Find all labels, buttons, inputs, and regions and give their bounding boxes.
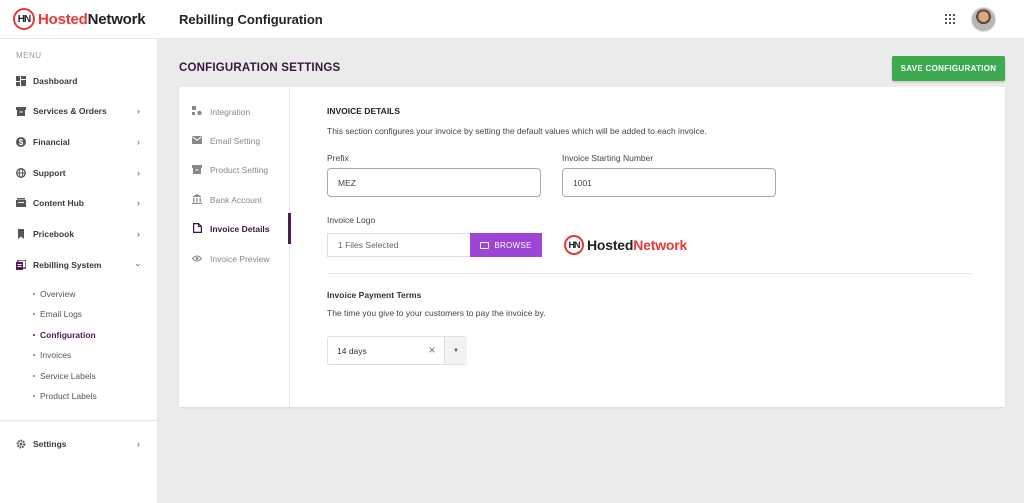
tab-invoice-details[interactable]: Invoice Details	[192, 221, 270, 237]
sidebar-item-label: Pricebook	[33, 229, 75, 239]
sidebar-item-label: Services & Orders	[33, 106, 107, 116]
tab-invoice-preview[interactable]: Invoice Preview	[191, 251, 270, 267]
product-icon	[192, 164, 202, 176]
logo-mark-icon: HN	[13, 8, 35, 30]
sidebar-subitem-product-labels[interactable]: Product Labels	[33, 389, 97, 403]
sidebar-item-label: Content Hub	[33, 198, 84, 208]
dashboard-icon	[16, 76, 26, 86]
sidebar-item-label: Rebilling System	[33, 260, 102, 270]
sidebar-item-pricebook[interactable]: Pricebook ›	[0, 224, 158, 244]
invoice-starting-number-input[interactable]	[562, 168, 776, 197]
sidebar-subitem-service-labels[interactable]: Service Labels	[33, 369, 96, 383]
chevron-right-icon: ›	[137, 229, 140, 239]
sidebar: MENU Dashboard Services & Orders › $ Fin…	[0, 39, 158, 503]
settings-tabs: Integration Email Setting Product Settin…	[179, 87, 290, 407]
sidebar-subitem-email-logs[interactable]: Email Logs	[33, 307, 82, 321]
tab-integration[interactable]: Integration	[192, 104, 250, 120]
page-title: Rebilling Configuration	[179, 11, 323, 27]
divider	[327, 273, 971, 274]
content-hub-icon	[16, 198, 26, 208]
invoice-logo-preview: HN HostedNetwork	[564, 235, 687, 255]
menu-label: MENU	[16, 51, 42, 60]
logo-preview-name: HostedNetwork	[587, 237, 688, 253]
save-configuration-button[interactable]: SAVE CONFIGURATION	[892, 56, 1005, 81]
prefix-input[interactable]	[327, 168, 541, 197]
browse-button[interactable]: BROWSE	[470, 233, 542, 257]
sidebar-subitem-invoices[interactable]: Invoices	[33, 348, 71, 362]
gear-icon	[16, 439, 26, 449]
globe-icon	[16, 168, 26, 178]
chevron-down-icon: ›	[133, 263, 144, 267]
avatar[interactable]	[971, 6, 996, 32]
active-tab-indicator	[288, 213, 291, 244]
clear-icon[interactable]: ×	[426, 343, 438, 357]
svg-text:$: $	[19, 138, 24, 147]
brand-name: HostedNetwork	[38, 10, 146, 28]
invoice-details-description: This section configures your invoice by …	[327, 126, 707, 136]
payment-terms-select[interactable]: 14 days × ▼	[327, 336, 467, 365]
chevron-right-icon: ›	[137, 106, 140, 116]
sidebar-item-label: Settings	[33, 439, 67, 449]
chevron-right-icon: ›	[137, 198, 140, 208]
section-title: CONFIGURATION SETTINGS	[179, 62, 341, 74]
dollar-icon: $	[16, 137, 26, 147]
sidebar-divider	[0, 420, 158, 421]
settings-card: Integration Email Setting Product Settin…	[179, 87, 1005, 407]
integration-icon	[192, 106, 202, 118]
bank-icon	[192, 194, 202, 206]
apps-grid-icon[interactable]	[945, 14, 955, 24]
invoice-logo-label: Invoice Logo	[327, 215, 376, 225]
sidebar-item-dashboard[interactable]: Dashboard	[0, 71, 158, 91]
sidebar-item-rebilling-system[interactable]: Rebilling System ›	[0, 255, 158, 275]
payment-terms-description: The time you give to your customers to p…	[327, 308, 546, 318]
mail-icon	[192, 136, 202, 146]
bookmark-icon	[16, 229, 26, 239]
sidebar-item-label: Dashboard	[33, 76, 78, 86]
sidebar-item-settings[interactable]: Settings ›	[0, 434, 158, 454]
document-icon	[192, 223, 202, 235]
chevron-right-icon: ›	[137, 168, 140, 178]
chevron-right-icon: ›	[137, 439, 140, 449]
chevron-right-icon: ›	[137, 137, 140, 147]
logo-mark-icon: HN	[564, 235, 584, 255]
invoice-starting-number-label: Invoice Starting Number	[562, 153, 654, 163]
top-bar: HN HostedNetwork Rebilling Configuration	[0, 0, 1024, 39]
sidebar-item-label: Financial	[33, 137, 70, 147]
sidebar-item-services-orders[interactable]: Services & Orders ›	[0, 101, 158, 121]
caret-down-icon[interactable]: ▼	[445, 337, 467, 364]
file-status[interactable]: 1 Files Selected	[327, 233, 470, 257]
invoice-details-title: INVOICE DETAILS	[327, 106, 401, 116]
tab-email-setting[interactable]: Email Setting	[192, 133, 260, 149]
sidebar-item-financial[interactable]: $ Financial ›	[0, 132, 158, 152]
tab-bank-account[interactable]: Bank Account	[192, 192, 262, 208]
folder-icon	[480, 241, 490, 249]
payment-terms-label: Invoice Payment Terms	[327, 290, 422, 300]
sidebar-item-support[interactable]: Support ›	[0, 163, 158, 183]
sidebar-subitem-configuration[interactable]: Configuration	[33, 328, 96, 342]
eye-icon	[191, 254, 203, 264]
brand-logo[interactable]: HN HostedNetwork	[0, 0, 158, 39]
sidebar-item-label: Support	[33, 168, 66, 178]
sidebar-subitem-overview[interactable]: Overview	[33, 287, 75, 301]
tab-product-setting[interactable]: Product Setting	[192, 162, 268, 178]
sidebar-item-content-hub[interactable]: Content Hub ›	[0, 193, 158, 213]
prefix-label: Prefix	[327, 153, 349, 163]
services-icon	[16, 106, 26, 116]
rebilling-icon	[16, 260, 26, 270]
payment-terms-value: 14 days	[337, 346, 367, 356]
